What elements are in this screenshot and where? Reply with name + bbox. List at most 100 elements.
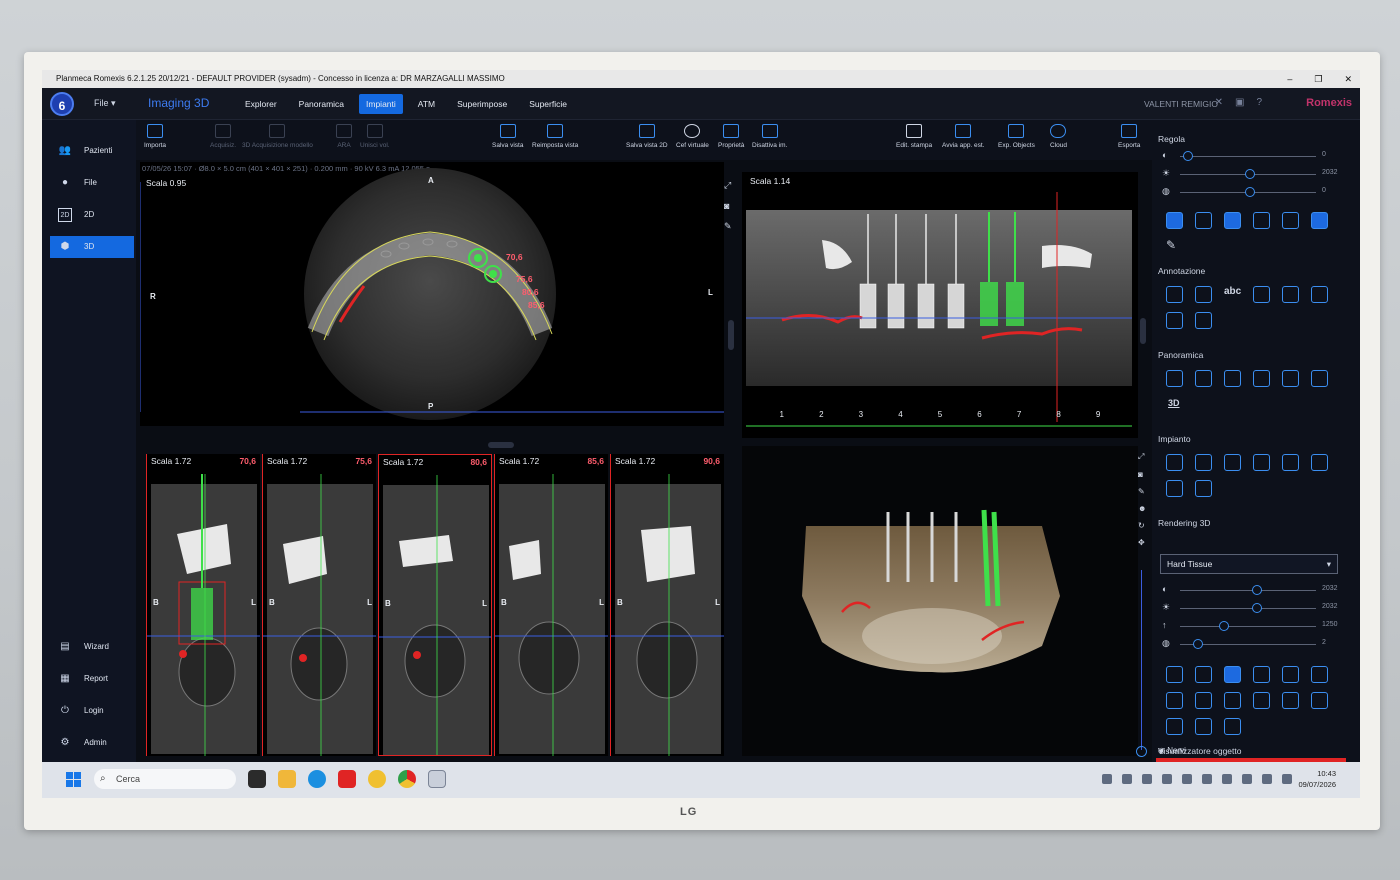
tab-panoramica[interactable]: Panoramica — [292, 94, 351, 114]
tray-app-icon[interactable] — [1122, 774, 1132, 784]
zoom-icon[interactable] — [1166, 212, 1183, 229]
angle-icon[interactable] — [1195, 286, 1212, 303]
curve-add-icon[interactable] — [1224, 370, 1241, 387]
romexis-logo[interactable]: 6 — [50, 92, 74, 116]
curve-auto-icon[interactable] — [1282, 370, 1299, 387]
implant-icon[interactable] — [1224, 454, 1241, 471]
disable-image-button[interactable]: Disattiva im. — [752, 124, 787, 149]
save-view-button[interactable]: Salva vista — [492, 124, 523, 149]
implant-search-icon[interactable] — [1282, 454, 1299, 471]
rotate-icon[interactable]: ↻ — [1138, 521, 1150, 530]
line-icon[interactable] — [1311, 286, 1329, 303]
sidebar-item-3d[interactable]: ⬢ 3D — [50, 236, 134, 258]
cross-section-panel[interactable]: Scala 1.72 80,6 B L — [378, 454, 492, 756]
3d-render-viewport[interactable] — [742, 446, 1138, 756]
plane-icon[interactable] — [1282, 666, 1299, 683]
expand-icon[interactable]: ⤢ — [724, 180, 738, 191]
windows-start-icon[interactable] — [66, 772, 82, 788]
dots-grid-icon[interactable] — [1311, 692, 1328, 709]
pan-icon[interactable]: ✥ — [1138, 538, 1150, 547]
grid-icon[interactable] — [1224, 212, 1241, 229]
acquire-3d-model-button[interactable]: 3D Acquisizione modello — [242, 124, 313, 149]
skull-icon[interactable]: ☻ — [1138, 504, 1150, 513]
restore-view-button[interactable]: Reimposta vista — [532, 124, 578, 149]
sidebar-item-file[interactable]: ● File — [50, 172, 134, 194]
tray-app-icon[interactable] — [1242, 774, 1252, 784]
sphere-icon[interactable] — [1253, 692, 1270, 709]
slider-knob[interactable] — [1245, 169, 1255, 179]
abutment-icon[interactable] — [1253, 454, 1270, 471]
render-quality-slider[interactable]: ◍ 2 — [1162, 638, 1352, 650]
sidebar-item-pazienti[interactable]: 👥 Pazienti — [50, 140, 134, 162]
render-threshold-slider[interactable]: ↑ 1250 — [1162, 620, 1352, 632]
sidebar-item-report[interactable]: ▦ Report — [50, 668, 134, 690]
curve-edit-icon[interactable] — [1195, 370, 1212, 387]
minimize-icon[interactable]: – — [1287, 70, 1292, 88]
cross-section-panel[interactable]: Scala 1.72 90,6 B L — [610, 454, 724, 756]
freehand-icon[interactable] — [1166, 312, 1183, 329]
wrench-icon[interactable]: ✎ — [724, 221, 738, 232]
reset-icon[interactable] — [1224, 718, 1241, 735]
maximize-icon[interactable]: ❐ — [1314, 70, 1322, 88]
brightness-slider[interactable]: ☀ 2032 — [1162, 168, 1352, 180]
implant-library-icon[interactable] — [1166, 454, 1183, 471]
render-contrast-slider[interactable]: ◐ 2032 — [1162, 584, 1352, 596]
export-button[interactable]: Esporta — [1118, 124, 1140, 149]
eye-icon[interactable]: ◉ — [1158, 746, 1165, 755]
sidebar-item-login[interactable]: ⏻ Login — [50, 700, 134, 722]
wrench-icon[interactable]: ✎ — [1138, 487, 1150, 496]
cross-section-scrollbar[interactable] — [488, 442, 514, 448]
youtube-icon[interactable] — [338, 770, 356, 788]
diamond-icon[interactable] — [1311, 666, 1328, 683]
implant-settings-icon[interactable] — [1166, 480, 1183, 497]
chrome-icon[interactable] — [398, 770, 416, 788]
acquire-button[interactable]: Acquisiz. — [210, 124, 236, 149]
help-icon[interactable]: ? — [1256, 97, 1262, 108]
visualizer-item-nervi[interactable]: ◉ Nervi — [1158, 746, 1186, 755]
tab-atm[interactable]: ATM — [411, 94, 442, 114]
ara-button[interactable]: ARA — [336, 124, 352, 149]
sidebar-item-2d[interactable]: 2D 2D — [50, 204, 134, 226]
star-icon[interactable] — [1166, 692, 1183, 709]
rendering-preset-select[interactable]: Hard Tissue ▾ — [1160, 554, 1338, 574]
task-view-icon[interactable] — [248, 770, 266, 788]
tray-app-icon[interactable] — [1182, 774, 1192, 784]
curve-free-icon[interactable] — [1311, 370, 1328, 387]
edit-print-button[interactable]: Edit. stampa — [896, 124, 932, 149]
file-explorer-icon[interactable] — [278, 770, 296, 788]
network-icon[interactable] — [1262, 774, 1272, 784]
wrench-icon[interactable]: ✎ — [1166, 238, 1176, 252]
tab-superficie[interactable]: Superficie — [522, 94, 574, 114]
tab-superimpose[interactable]: Superimpose — [450, 94, 514, 114]
tray-app-icon[interactable] — [1142, 774, 1152, 784]
slider-knob[interactable] — [1219, 621, 1229, 631]
3d-slider-knob[interactable] — [1136, 746, 1147, 757]
taskbar-search[interactable]: ⌕ Cerca — [94, 769, 236, 789]
sphere-shaded-icon[interactable] — [1282, 692, 1299, 709]
3d-curve-icon[interactable]: 3D — [1168, 398, 1180, 408]
taskbar-clock[interactable]: 10:43 09/07/2026 — [1298, 768, 1336, 790]
cloud-button[interactable]: Cloud — [1050, 124, 1067, 149]
virtual-ceph-button[interactable]: Cef virtuale — [676, 124, 709, 149]
filter-icon[interactable] — [1282, 212, 1299, 229]
slider-knob[interactable] — [1251, 585, 1262, 595]
cross-section-panel[interactable]: Scala 1.72 70,6 B L — [146, 454, 260, 756]
close-icon[interactable]: ✕ — [1344, 70, 1352, 88]
curve-delete-icon[interactable] — [1253, 370, 1270, 387]
close-patient-icon[interactable]: ✕ — [1215, 97, 1223, 108]
sharpness-slider[interactable]: ◍ 0 — [1162, 186, 1352, 198]
skull-icon[interactable] — [1195, 718, 1212, 735]
landscape-icon[interactable] — [1166, 666, 1183, 683]
tab-explorer[interactable]: Explorer — [238, 94, 284, 114]
tray-app-icon[interactable] — [1202, 774, 1212, 784]
save-2d-view-button[interactable]: Salva vista 2D — [626, 124, 668, 149]
sidebar-item-wizard[interactable]: ▤ Wizard — [50, 636, 134, 658]
3d-slider-track[interactable] — [1141, 570, 1142, 750]
clip-icon[interactable] — [1253, 666, 1270, 683]
edge-icon[interactable] — [308, 770, 326, 788]
export-objects-button[interactable]: Exp. Objects — [998, 124, 1035, 149]
text-annotation-icon[interactable]: abc — [1224, 286, 1241, 303]
crop-icon[interactable] — [1195, 692, 1212, 709]
panoramic-scrollbar[interactable] — [1140, 318, 1146, 344]
import-button[interactable]: Importa — [144, 124, 166, 149]
